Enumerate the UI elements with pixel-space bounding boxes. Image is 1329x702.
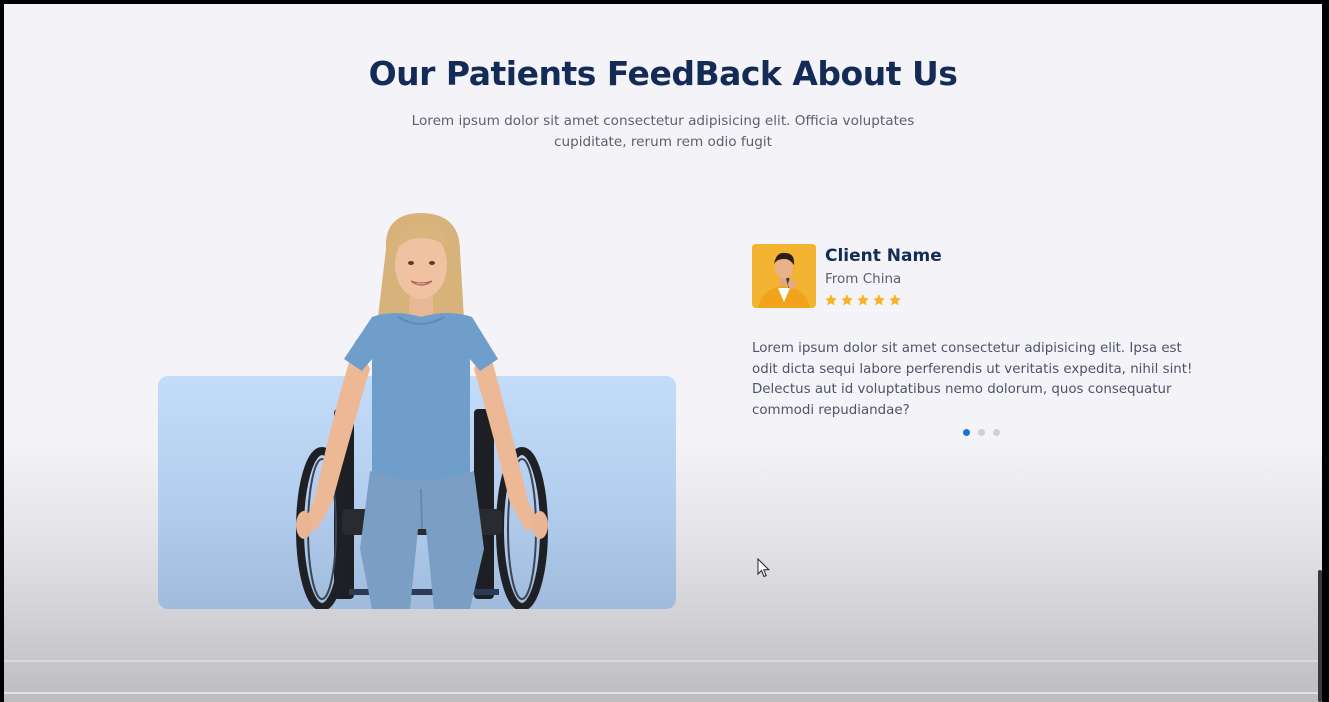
section-title: Our Patients FeedBack About Us <box>368 54 958 93</box>
star-icon <box>841 294 853 306</box>
star-icon <box>825 294 837 306</box>
rating-stars <box>824 293 902 307</box>
patient-in-wheelchair-image <box>296 213 548 609</box>
section-subtitle: Lorem ipsum dolor sit amet consectetur a… <box>411 113 915 150</box>
star-icon <box>873 294 885 306</box>
carousel-dot-3[interactable] <box>993 429 1000 436</box>
star-icon <box>857 294 869 306</box>
client-name: Client Name <box>825 246 942 266</box>
client-origin: From China <box>825 271 902 287</box>
testimonial-quote: Lorem ipsum dolor sit amet consectetur a… <box>752 341 1193 418</box>
carousel-pagination <box>963 429 1000 436</box>
client-avatar <box>752 244 816 308</box>
carousel-dot-1[interactable] <box>963 429 970 436</box>
mouse-pointer-icon <box>757 558 771 578</box>
divider <box>4 660 1322 662</box>
screen-frame: Our Patients FeedBack About Us Lorem ips… <box>0 0 1329 702</box>
page-scrollbar[interactable] <box>1318 570 1322 702</box>
feedback-section: Our Patients FeedBack About Us Lorem ips… <box>4 4 1322 702</box>
divider <box>4 692 1322 694</box>
carousel-dot-2[interactable] <box>978 429 985 436</box>
star-icon <box>889 294 901 306</box>
